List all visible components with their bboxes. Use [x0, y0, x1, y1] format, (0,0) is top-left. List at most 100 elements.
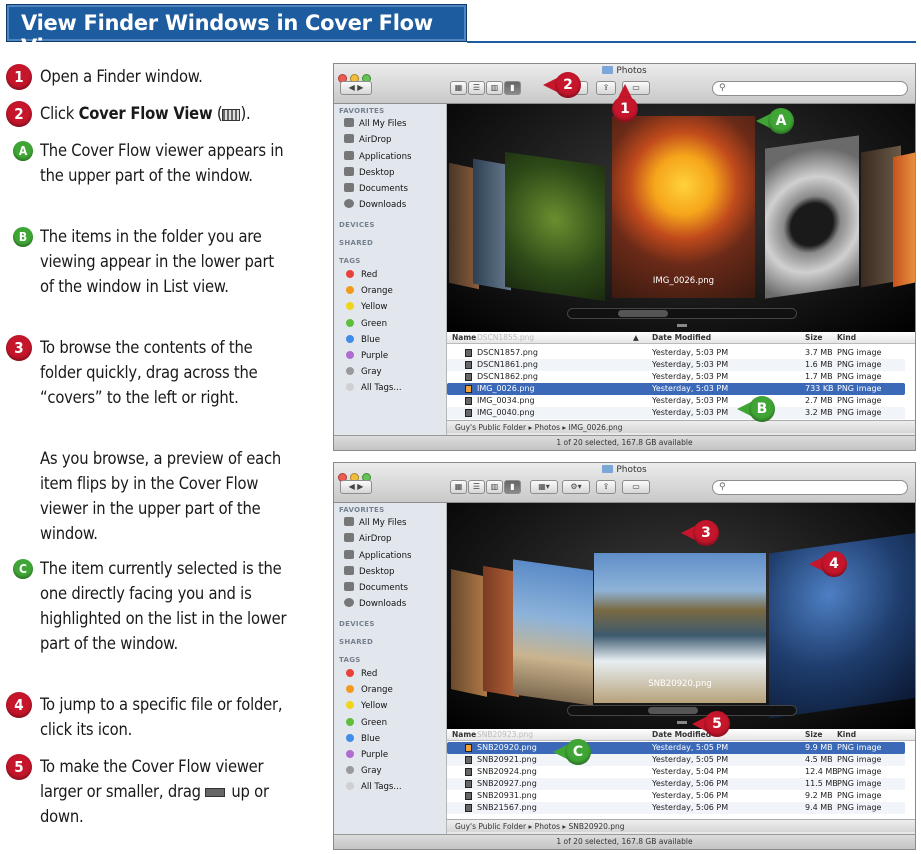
sidebar-item-all-my-files[interactable]: All My Files [344, 516, 406, 530]
sidebar-tag-purple[interactable]: Purple [344, 748, 388, 762]
sidebar-tag-orange[interactable]: Orange [344, 683, 393, 697]
sidebar-tag-purple[interactable]: Purple [344, 349, 388, 363]
column-kind[interactable]: Kind [837, 333, 856, 342]
scroller-thumb[interactable] [648, 707, 698, 714]
table-row[interactable]: SNB20931.png Yesterday, 5:06 PM 9.2 MB PNG … [447, 790, 905, 802]
icon-view-button[interactable]: ▦ [450, 480, 467, 494]
sidebar-tag-blue[interactable]: Blue [344, 732, 380, 746]
sidebar-item-desktop[interactable]: Desktop [344, 166, 394, 180]
cell-date: Yesterday, 5:03 PM [652, 384, 729, 393]
table-row[interactable]: DSCN1861.png Yesterday, 5:03 PM 1.6 MB PNG … [447, 359, 905, 371]
path-segment[interactable]: Photos [535, 423, 560, 432]
shared-heading: SHARED [339, 239, 374, 247]
sidebar-all-tags[interactable]: All Tags... [344, 780, 402, 794]
tag-button[interactable]: ▭ [622, 480, 650, 494]
step-marker: 3 [6, 335, 32, 361]
cover-image[interactable] [513, 559, 593, 706]
column-view-button[interactable]: ▥ [486, 81, 503, 95]
sidebar-all-tags[interactable]: All Tags... [344, 381, 402, 395]
table-row[interactable]: IMG_0026.png Yesterday, 5:03 PM 733 KB PNG … [447, 383, 905, 395]
column-name[interactable]: Name [452, 730, 476, 739]
action-gear-button[interactable]: ⚙▾ [562, 480, 590, 494]
cover-flow-scroller[interactable] [567, 308, 797, 319]
table-row[interactable]: IMG_0040.png Yesterday, 5:03 PM 3.2 MB PNG … [447, 407, 905, 419]
path-segment[interactable]: Photos [535, 822, 560, 831]
sidebar-item-all-my-files[interactable]: All My Files [344, 117, 406, 131]
sidebar-item-airdrop[interactable]: AirDrop [344, 133, 391, 147]
path-segment[interactable]: Guy's Public Folder [455, 822, 526, 831]
sidebar-tag-yellow[interactable]: Yellow [344, 300, 387, 314]
devices-heading: DEVICES [339, 221, 375, 229]
table-row[interactable]: SNB20921.png Yesterday, 5:05 PM 4.5 MB PNG … [447, 754, 905, 766]
sidebar-item-downloads[interactable]: Downloads [344, 198, 406, 212]
sidebar-tag-orange[interactable]: Orange [344, 284, 393, 298]
table-row[interactable]: IMG_0034.png Yesterday, 5:03 PM 2.7 MB PNG … [447, 395, 905, 407]
cell-size: 9.2 MB [805, 791, 833, 800]
path-segment[interactable]: IMG_0026.png [569, 423, 623, 432]
cell-kind: PNG image [837, 743, 882, 752]
table-row[interactable]: DSCN1862.png Yesterday, 5:03 PM 1.7 MB PNG … [447, 371, 905, 383]
back-forward-button[interactable]: ◀ ▶ [340, 480, 372, 494]
cover-image[interactable]: IMG_0026.png [612, 116, 755, 298]
list-view-button[interactable]: ☰ [468, 480, 485, 494]
share-button[interactable]: ⇪ [596, 81, 616, 95]
table-row[interactable]: SNB20927.png Yesterday, 5:06 PM 11.5 MB PNG… [447, 778, 905, 790]
step-marker: 4 [6, 692, 32, 718]
path-segment[interactable]: SNB20920.png [569, 822, 625, 831]
column-kind[interactable]: Kind [837, 730, 856, 739]
path-segment[interactable]: Guy's Public Folder [455, 423, 526, 432]
sidebar-item-airdrop[interactable]: AirDrop [344, 532, 391, 546]
sidebar-tag-gray[interactable]: Gray [344, 764, 382, 778]
table-row[interactable]: SNB21567.png Yesterday, 5:06 PM 9.4 MB PNG … [447, 802, 905, 814]
search-input[interactable]: ⚲ [712, 81, 908, 96]
sidebar-item-documents[interactable]: Documents [344, 581, 408, 595]
column-date-modified[interactable]: Date Modified [652, 333, 711, 342]
sidebar-tag-green[interactable]: Green [344, 716, 387, 730]
sidebar-item-desktop[interactable]: Desktop [344, 565, 394, 579]
sidebar-tag-green[interactable]: Green [344, 317, 387, 331]
search-input[interactable]: ⚲ [712, 480, 908, 495]
column-size[interactable]: Size [805, 333, 822, 342]
orange-tag-icon [346, 286, 354, 294]
column-size[interactable]: Size [805, 730, 822, 739]
cover-flow-scroller[interactable] [567, 705, 797, 716]
sidebar-tag-yellow[interactable]: Yellow [344, 699, 387, 713]
icon-view-button[interactable]: ▦ [450, 81, 467, 95]
cover-flow-resize-handle[interactable] [677, 721, 687, 724]
cell-kind: PNG image [837, 779, 882, 788]
step-marker: C [13, 559, 33, 579]
airdrop-icon [344, 134, 354, 143]
cover-flow-viewer[interactable]: IMG_0026.png [447, 104, 915, 332]
png-file-icon [465, 373, 472, 381]
cell-date: Yesterday, 5:04 PM [652, 767, 729, 776]
sidebar-tag-red[interactable]: Red [344, 268, 377, 282]
table-row[interactable]: DSCN1857.png Yesterday, 5:03 PM 3.7 MB PNG … [447, 347, 905, 359]
red-tag-icon [346, 270, 354, 278]
cover-image[interactable]: SNB20920.png [594, 553, 766, 703]
sidebar-item-downloads[interactable]: Downloads [344, 597, 406, 611]
scroller-thumb[interactable] [618, 310, 668, 317]
column-name[interactable]: Name [452, 333, 476, 342]
cover-image[interactable] [765, 135, 859, 299]
sidebar-item-applications[interactable]: Applications [344, 150, 412, 164]
png-file-icon [465, 756, 472, 764]
cover-image[interactable] [505, 151, 605, 302]
sidebar-tag-gray[interactable]: Gray [344, 365, 382, 379]
sidebar-item-documents[interactable]: Documents [344, 182, 408, 196]
back-forward-button[interactable]: ◀ ▶ [340, 81, 372, 95]
cover-image[interactable] [893, 150, 915, 288]
column-view-button[interactable]: ▥ [486, 480, 503, 494]
share-button[interactable]: ⇪ [596, 480, 616, 494]
cover-image[interactable] [451, 569, 487, 697]
sidebar-tag-red[interactable]: Red [344, 667, 377, 681]
cell-name: SNB20924.png [477, 767, 537, 776]
table-row[interactable]: SNB20924.png Yesterday, 5:04 PM 12.4 MB PNG… [447, 766, 905, 778]
cover-flow-resize-handle[interactable] [677, 324, 687, 327]
sidebar-item-applications[interactable]: Applications [344, 549, 412, 563]
list-view-button[interactable]: ☰ [468, 81, 485, 95]
sidebar-tag-blue[interactable]: Blue [344, 333, 380, 347]
cover-flow-view-button[interactable]: ▮ [504, 480, 521, 494]
table-row[interactable]: SNB20920.png Yesterday, 5:05 PM 9.9 MB PNG … [447, 742, 905, 754]
cover-flow-view-button[interactable]: ▮ [504, 81, 521, 95]
arrange-button[interactable]: ▦▾ [530, 480, 558, 494]
